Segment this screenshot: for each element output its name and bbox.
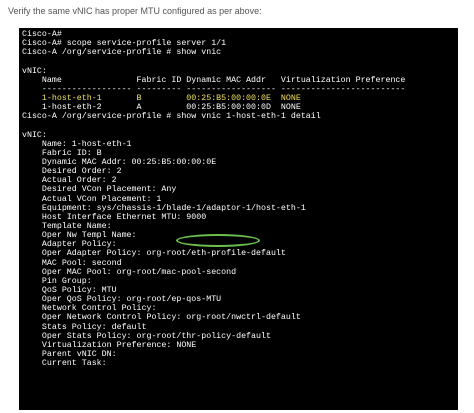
detail-line: Stats Policy: default (22, 322, 147, 332)
terminal-line: vNIC: (22, 66, 47, 76)
vnic-table-separator: ------------------ --------- -----------… (22, 84, 406, 94)
detail-line: Current Task: (22, 359, 107, 369)
detail-line: Dynamic MAC Addr: 00:25:B5:00:00:0E (22, 157, 217, 167)
page-caption: Verify the same vNIC has proper MTU conf… (8, 6, 262, 16)
vnic-table-row: 1-host-eth-1 B 00:25:B5:00:00:0E NONE (22, 93, 301, 103)
detail-line: MAC Pool: second (22, 258, 122, 268)
detail-line: Oper QoS Policy: org-root/ep-qos-MTU (22, 295, 222, 305)
terminal-line: Cisco-A /org/service-profile # show vnic… (22, 112, 321, 122)
mtu-detail-line: Host Interface Ethernet MTU: 9000 (22, 212, 207, 222)
detail-line: Oper MAC Pool: org-root/mac-pool-second (22, 267, 237, 277)
terminal-window[interactable]: Cisco-A# Cisco-A# scope service-profile … (19, 28, 458, 410)
detail-line: Network Control Policy: (22, 304, 157, 314)
detail-line: Pin Group: (22, 276, 92, 286)
detail-line: QoS Policy: MTU (22, 285, 117, 295)
detail-line: Name: 1-host-eth-1 (22, 139, 132, 149)
detail-line: Equipment: sys/chassis-1/blade-1/adaptor… (22, 203, 306, 213)
terminal-line: Cisco-A# (22, 30, 62, 39)
detail-line: Oper Adapter Policy: org-root/eth-profil… (22, 249, 286, 259)
detail-line: Template Name: (22, 221, 112, 231)
vnic-table-header: Name Fabric ID Dynamic MAC Addr Virtuali… (22, 75, 406, 85)
terminal-line: vNIC: (22, 130, 47, 140)
mtu-highlight-ellipse (176, 234, 260, 247)
detail-line: Oper Stats Policy: org-root/thr-policy-d… (22, 331, 271, 341)
detail-line: Virtualization Preference: NONE (22, 340, 197, 350)
detail-line: Actual VCon Placement: 1 (22, 194, 162, 204)
detail-line: Desired VCon Placement: Any (22, 185, 177, 195)
terminal-line: Cisco-A# scope service-profile server 1/… (22, 39, 227, 49)
vnic-table-row: 1-host-eth-2 A 00:25:B5:00:00:0D NONE (22, 103, 301, 113)
detail-line: Fabric ID: B (22, 148, 102, 158)
detail-line: Oper Network Control Policy: org-root/nw… (22, 313, 301, 323)
detail-line: Parent vNIC DN: (22, 349, 117, 359)
detail-line: Desired Order: 2 (22, 167, 122, 177)
terminal-line: Cisco-A /org/service-profile # show vnic (22, 48, 222, 58)
